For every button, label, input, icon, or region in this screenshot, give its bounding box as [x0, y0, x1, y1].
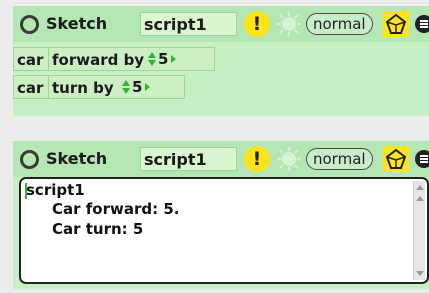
- up-down-arrows-icon[interactable]: [122, 79, 130, 95]
- clock-icon[interactable]: [276, 146, 302, 172]
- code-line[interactable]: Car forward: 5.: [52, 200, 179, 218]
- right-arrow-icon[interactable]: [145, 83, 150, 91]
- script-name-field[interactable]: script1: [140, 12, 237, 36]
- menu-icon[interactable]: [415, 150, 429, 168]
- tile-row-forward[interactable]: car forward by 5: [13, 47, 215, 71]
- tile-command[interactable]: turn by: [52, 78, 114, 98]
- tile-value[interactable]: 5: [158, 50, 168, 68]
- up-down-arrows-icon[interactable]: [148, 51, 156, 67]
- tile-row-turn[interactable]: car turn by 5: [13, 75, 185, 99]
- text-script-panel: Sketch script1 ! normal script1 Car forw…: [13, 141, 429, 289]
- code-line[interactable]: Car turn: 5: [52, 220, 143, 238]
- mode-selector[interactable]: normal: [306, 148, 373, 170]
- script-name-field[interactable]: script1: [140, 147, 237, 171]
- script-text-editor[interactable]: script1 Car forward: 5. Car turn: 5: [19, 177, 429, 284]
- script-header: Sketch script1 ! normal: [13, 141, 429, 177]
- alert-icon[interactable]: !: [244, 146, 270, 172]
- scroll-up-icon[interactable]: [416, 185, 424, 190]
- collapse-ring-icon[interactable]: [20, 15, 39, 34]
- collapse-ring-icon[interactable]: [20, 150, 39, 169]
- gem-icon[interactable]: [383, 146, 409, 172]
- tile-object[interactable]: car: [17, 50, 43, 70]
- menu-icon[interactable]: [415, 15, 429, 33]
- mode-selector[interactable]: normal: [306, 13, 373, 35]
- tile-value[interactable]: 5: [132, 78, 142, 96]
- tile-divider: [48, 48, 49, 70]
- right-arrow-icon[interactable]: [171, 55, 176, 63]
- clock-icon[interactable]: [276, 11, 302, 37]
- script-header: Sketch script1 ! normal: [13, 6, 429, 42]
- scroll-up-icon[interactable]: [416, 196, 424, 201]
- tile-divider: [48, 76, 49, 98]
- gem-icon[interactable]: [383, 11, 409, 37]
- sketch-label: Sketch: [46, 149, 108, 168]
- tile-command[interactable]: forward by: [52, 50, 144, 70]
- tile-script-panel: Sketch script1 ! normal car forward by 5…: [13, 6, 429, 116]
- alert-icon[interactable]: !: [244, 11, 270, 37]
- scroll-down-icon[interactable]: [416, 271, 424, 276]
- tile-object[interactable]: car: [17, 78, 43, 98]
- vertical-scrollbar[interactable]: [413, 181, 425, 280]
- code-line-title[interactable]: script1: [26, 181, 85, 199]
- sketch-label: Sketch: [46, 14, 108, 33]
